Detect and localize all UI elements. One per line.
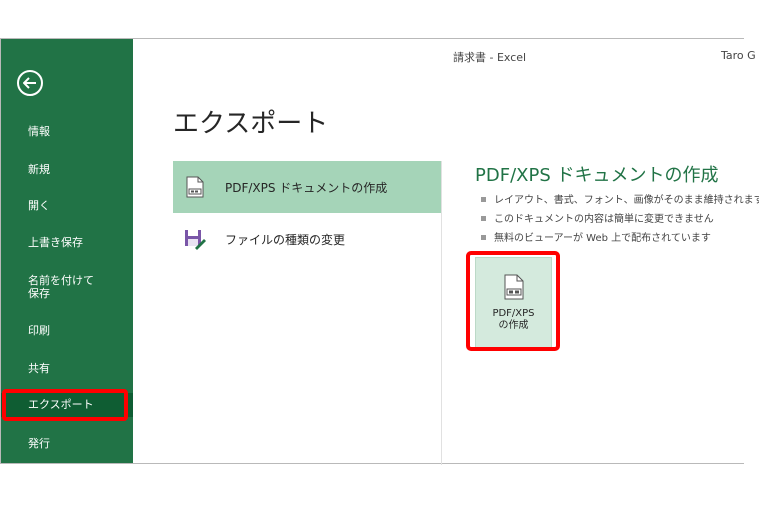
feature-list: レイアウト、書式、フォント、画像がそのまま維持されます このドキュメントの内容は… bbox=[481, 191, 759, 248]
window-title: 請求書 - Excel bbox=[453, 51, 527, 64]
create-button-highlight-outline bbox=[466, 251, 560, 351]
back-arrow-circle-icon bbox=[23, 77, 36, 89]
user-name[interactable]: Taro G bbox=[721, 49, 756, 62]
list-item: 無料のビューアーが Web 上で配布されています bbox=[481, 229, 759, 248]
nav-item-info[interactable]: 情報 bbox=[1, 125, 133, 138]
nav-item-new[interactable]: 新規 bbox=[1, 163, 133, 176]
option-label: ファイルの種類の変更 bbox=[225, 232, 346, 247]
export-highlight-outline bbox=[2, 389, 128, 421]
pane-divider bbox=[441, 161, 442, 465]
bullet-square-icon bbox=[481, 234, 486, 240]
nav-item-share[interactable]: 共有 bbox=[1, 362, 133, 375]
page-title: エクスポート bbox=[173, 109, 329, 139]
list-item-text: 無料のビューアーが Web 上で配布されています bbox=[494, 233, 711, 244]
option-create-pdf-xps[interactable]: PDF/XPS ドキュメントの作成 bbox=[173, 161, 441, 213]
backstage-sidebar: 情報 新規 開く 上書き保存 名前を付けて 保存 印刷 共有 エクスポート 発行 bbox=[1, 39, 133, 463]
nav-item-publish[interactable]: 発行 bbox=[1, 437, 133, 450]
backstage-frame: 情報 新規 開く 上書き保存 名前を付けて 保存 印刷 共有 エクスポート 発行… bbox=[0, 38, 759, 465]
change-file-type-icon bbox=[183, 227, 207, 251]
option-change-file-type[interactable]: ファイルの種類の変更 bbox=[173, 213, 441, 265]
nav-item-print[interactable]: 印刷 bbox=[1, 324, 133, 337]
pdf-document-icon bbox=[183, 175, 207, 199]
back-button[interactable] bbox=[17, 70, 43, 96]
nav-item-save[interactable]: 上書き保存 bbox=[1, 236, 133, 249]
nav-item-save-as[interactable]: 名前を付けて 保存 bbox=[1, 274, 133, 300]
bullet-square-icon bbox=[481, 215, 486, 221]
detail-title: PDF/XPS ドキュメントの作成 bbox=[475, 165, 719, 186]
option-label: PDF/XPS ドキュメントの作成 bbox=[225, 180, 388, 195]
bullet-square-icon bbox=[481, 196, 486, 202]
list-item: このドキュメントの内容は簡単に変更できません bbox=[481, 210, 759, 229]
list-item: レイアウト、書式、フォント、画像がそのまま維持されます bbox=[481, 191, 759, 210]
list-item-text: このドキュメントの内容は簡単に変更できません bbox=[494, 214, 714, 225]
nav-item-open[interactable]: 開く bbox=[1, 199, 133, 212]
list-item-text: レイアウト、書式、フォント、画像がそのまま維持されます bbox=[494, 195, 759, 206]
